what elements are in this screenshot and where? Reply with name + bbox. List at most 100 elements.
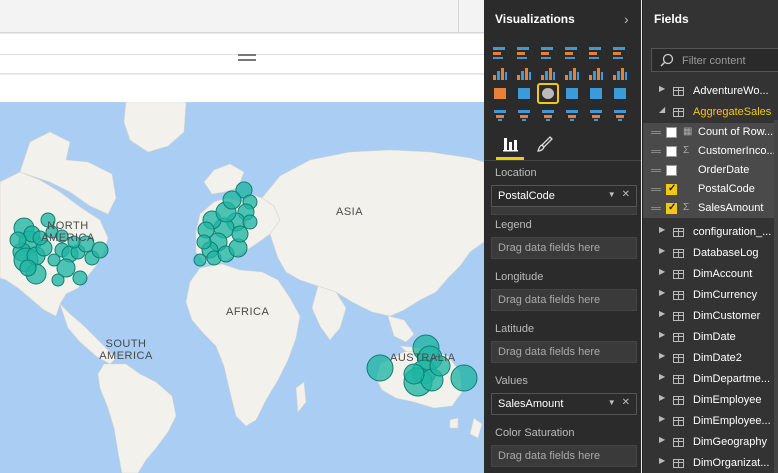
drag-grip-icon[interactable] xyxy=(651,207,661,210)
field-column-item[interactable]: ▦ Count of Row... xyxy=(643,123,778,142)
drag-grip-icon[interactable] xyxy=(651,188,661,191)
drag-grip-icon[interactable] xyxy=(651,131,661,134)
format-paintbrush-icon[interactable] xyxy=(536,135,554,153)
expand-arrow-icon[interactable]: ▶ xyxy=(659,330,665,339)
multirow-card-icon[interactable] xyxy=(562,105,582,124)
field-table-7[interactable]: ▶ DimDate xyxy=(643,328,778,347)
expand-arrow-icon[interactable]: ▶ xyxy=(659,351,665,360)
expand-arrow-icon[interactable]: ▶ xyxy=(659,84,665,93)
card-icon[interactable] xyxy=(538,105,558,124)
field-table-2[interactable]: ▶ configuration_... xyxy=(643,223,778,242)
expand-arrow-icon[interactable]: ▶ xyxy=(659,393,665,402)
map-bubble[interactable] xyxy=(450,364,478,392)
clustered-column-icon[interactable] xyxy=(562,42,582,61)
well-drop-zone-color-saturation[interactable]: Drag data fields here xyxy=(491,445,637,467)
field-table-10[interactable]: ▶ DimEmployee xyxy=(643,391,778,410)
map-bubble[interactable] xyxy=(403,363,425,385)
collapse-chevron-icon[interactable]: › xyxy=(624,11,629,27)
expand-arrow-icon[interactable]: ▶ xyxy=(659,225,665,234)
well-drop-zone-longitude[interactable]: Drag data fields here xyxy=(491,289,637,311)
field-table-12[interactable]: ▶ DimGeography xyxy=(643,433,778,452)
field-table-1[interactable]: ◢ AggregateSales xyxy=(643,103,778,122)
field-checkbox[interactable] xyxy=(666,165,677,176)
table-icon xyxy=(673,375,684,384)
expanded-arrow-icon[interactable]: ◢ xyxy=(659,105,665,114)
fields-scrollbar[interactable] xyxy=(774,120,778,473)
well-drop-zone-latitude[interactable]: Drag data fields here xyxy=(491,341,637,363)
field-checkbox[interactable] xyxy=(666,127,677,138)
well-drop-zone-location[interactable]: PostalCode ▼ ✕ xyxy=(491,185,637,207)
fields-tab-icon[interactable] xyxy=(496,132,524,160)
field-table-8[interactable]: ▶ DimDate2 xyxy=(643,349,778,368)
map-bubble[interactable] xyxy=(242,214,258,230)
expand-arrow-icon[interactable]: ▶ xyxy=(659,435,665,444)
well-drop-extension[interactable] xyxy=(491,207,637,215)
drag-grip-icon[interactable] xyxy=(651,169,661,172)
treemap-icon[interactable] xyxy=(514,84,534,103)
field-table-4[interactable]: ▶ DimAccount xyxy=(643,265,778,284)
stacked-area-icon[interactable] xyxy=(538,63,558,82)
map-label-north-america: NORTH AMERICA xyxy=(41,220,95,244)
expand-arrow-icon[interactable]: ▶ xyxy=(659,246,665,255)
line-chart-icon[interactable] xyxy=(490,63,510,82)
stacked-bar-icon[interactable] xyxy=(490,42,510,61)
field-checkbox[interactable] xyxy=(666,202,677,214)
map-bubble[interactable] xyxy=(51,273,65,287)
clustered-bar-icon[interactable] xyxy=(538,42,558,61)
map-bubble[interactable] xyxy=(72,270,88,286)
expand-arrow-icon[interactable]: ▶ xyxy=(659,267,665,276)
well-drop-zone-values[interactable]: SalesAmount ▼ ✕ xyxy=(491,393,637,415)
filled-map-icon[interactable] xyxy=(562,84,582,103)
field-table-6[interactable]: ▶ DimCustomer xyxy=(643,307,778,326)
matrix-icon[interactable] xyxy=(610,84,630,103)
expand-arrow-icon[interactable]: ▶ xyxy=(659,288,665,297)
map-bubble[interactable] xyxy=(231,225,249,243)
table-icon[interactable] xyxy=(586,84,606,103)
map-bubble[interactable] xyxy=(91,241,109,259)
map-visual[interactable]: NORTH AMERICA ASIA AFRICA SOUTH AMERICA … xyxy=(0,102,484,473)
line-cluster-icon[interactable] xyxy=(586,63,606,82)
gauge-icon[interactable] xyxy=(514,105,534,124)
map-bubble[interactable] xyxy=(196,234,212,250)
donut-icon[interactable] xyxy=(610,105,630,124)
field-table-11[interactable]: ▶ DimEmployee... xyxy=(643,412,778,431)
visual-drag-handle-icon[interactable] xyxy=(238,54,256,68)
field-column-item[interactable]: Σ CustomerInco... xyxy=(643,142,778,161)
field-table-9[interactable]: ▶ DimDepartme... xyxy=(643,370,778,389)
dropdown-caret-icon[interactable]: ▼ xyxy=(608,190,616,199)
pie-chart-icon[interactable] xyxy=(490,84,510,103)
field-checkbox[interactable] xyxy=(666,183,677,195)
remove-field-icon[interactable]: ✕ xyxy=(622,397,630,408)
field-table-5[interactable]: ▶ DimCurrency xyxy=(643,286,778,305)
well-drop-zone-legend[interactable]: Drag data fields here xyxy=(491,237,637,259)
funnel-icon[interactable] xyxy=(490,105,510,124)
map-bubble[interactable] xyxy=(193,253,207,267)
stacked-column-icon[interactable] xyxy=(514,42,534,61)
100-bar-icon[interactable] xyxy=(586,42,606,61)
field-table-0[interactable]: ▶ AdventureWo... xyxy=(643,82,778,101)
field-table-3[interactable]: ▶ DatabaseLog xyxy=(643,244,778,263)
map-icon[interactable] xyxy=(537,83,559,104)
expand-arrow-icon[interactable]: ▶ xyxy=(659,309,665,318)
field-table-13[interactable]: ▶ DimOrganizat... xyxy=(643,454,778,473)
slicer-icon[interactable] xyxy=(586,105,606,124)
dropdown-caret-icon[interactable]: ▼ xyxy=(608,398,616,407)
100-column-icon[interactable] xyxy=(610,42,630,61)
remove-field-icon[interactable]: ✕ xyxy=(622,189,630,200)
line-column-icon[interactable] xyxy=(562,63,582,82)
area-chart-icon[interactable] xyxy=(514,63,534,82)
filter-input[interactable] xyxy=(682,52,778,69)
field-column-item[interactable]: Σ SalesAmount xyxy=(643,199,778,218)
field-checkbox[interactable] xyxy=(666,146,677,157)
map-bubble[interactable] xyxy=(47,253,61,267)
field-column-item[interactable]: PostalCode xyxy=(643,180,778,199)
scatter-icon[interactable] xyxy=(610,63,630,82)
expand-arrow-icon[interactable]: ▶ xyxy=(659,456,665,465)
field-column-item[interactable]: OrderDate xyxy=(643,161,778,180)
expand-arrow-icon[interactable]: ▶ xyxy=(659,414,665,423)
expand-arrow-icon[interactable]: ▶ xyxy=(659,372,665,381)
drag-grip-icon[interactable] xyxy=(651,150,661,153)
map-bubble[interactable] xyxy=(222,190,242,210)
map-bubble[interactable] xyxy=(19,259,37,277)
map-bubble[interactable] xyxy=(9,231,27,249)
